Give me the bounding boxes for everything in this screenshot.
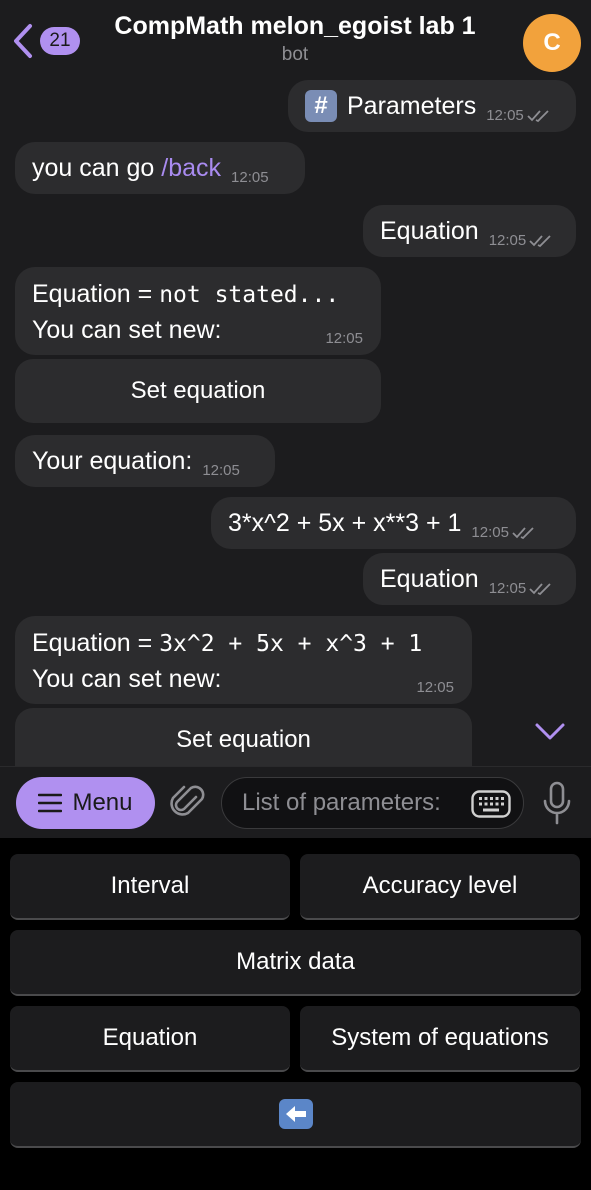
hash-emoji-icon: # (305, 90, 337, 122)
microphone-icon[interactable] (540, 781, 574, 825)
chat-subtitle: bot (281, 44, 309, 65)
menu-label: Menu (72, 789, 133, 816)
outgoing-message: Equation 12:05 (363, 553, 576, 605)
keyboard-icon[interactable] (471, 790, 511, 818)
message-line-2: You can set new: (32, 665, 222, 693)
outgoing-message: # Parameters 12:05 (288, 80, 576, 132)
message-text: Equation (380, 564, 479, 593)
message-time: 12:05 (489, 232, 554, 249)
message-line-2: You can set new: (32, 316, 222, 344)
back-button[interactable]: 21 (10, 22, 80, 60)
reply-keyboard: Interval Accuracy level Matrix data Equa… (0, 838, 591, 1190)
incoming-message: Equation = not stated... You can set new… (15, 267, 381, 355)
message-line-1: Equation = not stated... (32, 280, 340, 308)
message-text: you can go /back (32, 153, 222, 182)
set-equation-button[interactable]: Set equation (15, 359, 381, 423)
equation-button[interactable]: Equation (10, 1006, 290, 1072)
back-command-link[interactable]: /back (161, 154, 221, 182)
unread-count-badge: 21 (40, 27, 80, 55)
set-equation-button[interactable]: Set equation (15, 708, 472, 772)
menu-button[interactable]: Menu (16, 777, 155, 829)
message-time: 12:05 (325, 330, 363, 347)
message-text: Parameters (347, 91, 477, 120)
interval-button[interactable]: Interval (10, 854, 290, 920)
chevron-down-icon[interactable] (533, 714, 567, 748)
double-check-icon (512, 526, 534, 539)
chat-title: CompMath melon_egoist lab 1 (114, 12, 476, 40)
chat-header: 21 CompMath melon_egoist lab 1 bot C (0, 0, 591, 78)
message-text: Your equation: (32, 446, 193, 475)
accuracy-level-button[interactable]: Accuracy level (300, 854, 580, 920)
avatar[interactable]: C (523, 14, 581, 72)
equation-value: 3x^2 + 5x + x^3 + 1 (159, 631, 423, 657)
message-text: 3*x^2 + 5x + x**3 + 1 (228, 508, 462, 537)
system-of-equations-button[interactable]: System of equations (300, 1006, 580, 1072)
message-time: 12:05 (486, 107, 551, 124)
outgoing-message: Equation 12:05 (363, 205, 576, 257)
message-line-1: Equation = 3x^2 + 5x + x^3 + 1 (32, 629, 423, 657)
matrix-data-button[interactable]: Matrix data (10, 930, 581, 996)
telegram-chat-screen: 21 CompMath melon_egoist lab 1 bot C # P… (0, 0, 591, 1190)
message-text: Equation (380, 216, 479, 245)
hamburger-menu-icon (38, 793, 63, 813)
message-input-bar: Menu (0, 766, 591, 838)
double-check-icon (529, 582, 551, 595)
message-input[interactable] (242, 789, 472, 817)
double-check-icon (527, 109, 549, 122)
back-arrow-button[interactable] (10, 1082, 581, 1148)
chevron-left-icon (14, 24, 32, 58)
left-arrow-icon (278, 1099, 313, 1129)
message-time: 12:05 (202, 462, 240, 479)
message-time: 12:05 (489, 580, 554, 597)
paperclip-icon[interactable] (170, 783, 206, 823)
message-time: 12:05 (231, 169, 269, 186)
incoming-message: Equation = 3x^2 + 5x + x^3 + 1 You can s… (15, 616, 472, 704)
message-time: 12:05 (471, 524, 536, 541)
chat-title-block[interactable]: CompMath melon_egoist lab 1 bot (90, 12, 500, 66)
double-check-icon (529, 234, 551, 247)
outgoing-message: 3*x^2 + 5x + x**3 + 1 12:05 (211, 497, 576, 549)
incoming-message: you can go /back 12:05 (15, 142, 305, 194)
equation-value: not stated... (159, 282, 340, 308)
message-input-field[interactable] (221, 777, 524, 829)
message-time: 12:05 (416, 679, 454, 696)
incoming-message: Your equation: 12:05 (15, 435, 275, 487)
